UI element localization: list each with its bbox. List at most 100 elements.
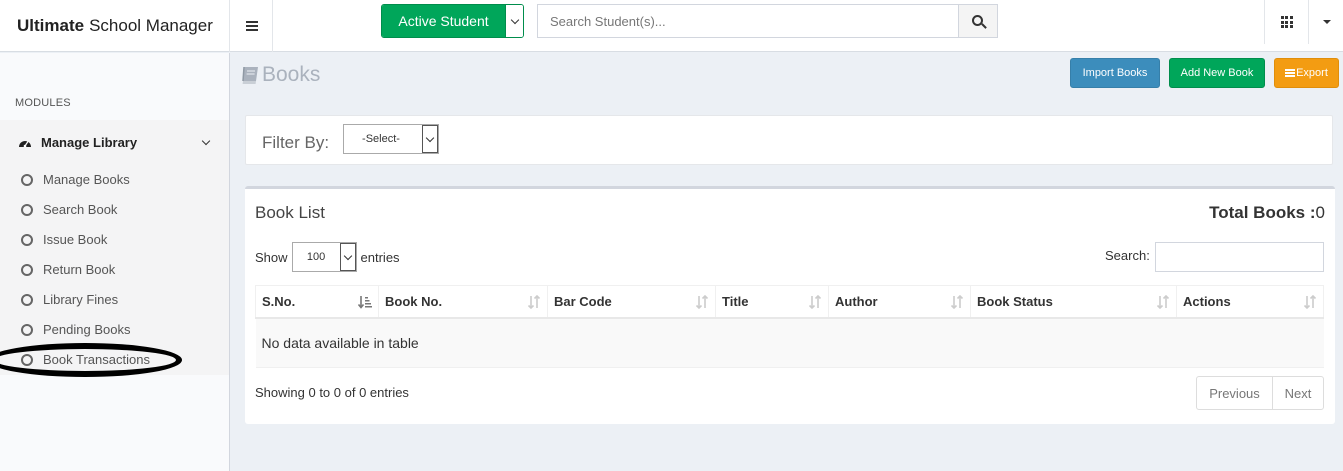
sidebar-item-label: Manage Books [43,172,130,187]
circle-icon [21,294,33,306]
column-header-label: Title [722,293,749,309]
circle-icon [21,204,33,216]
column-header-bar-code[interactable]: Bar Code [547,285,716,319]
filter-label: Filter By: [262,133,330,152]
top-navbar: Ultimate School Manager Active Student [0,0,1343,52]
column-header-author[interactable]: Author [828,285,971,319]
filter-panel: Filter By: -Select- [245,115,1333,165]
sidebar-item-label: Search Book [43,202,118,217]
student-status-dropdown[interactable]: Active Student [381,4,524,38]
next-page-button[interactable]: Next [1273,377,1323,409]
table-header-row: S.No. Book No. Bar Code Title Author Boo… [255,285,1324,319]
sort-icon [695,295,709,309]
brand-logo[interactable]: Ultimate School Manager [0,0,230,52]
circle-icon [21,354,33,366]
column-header-label: S.No. [262,293,296,309]
brand-bold: Ultimate [17,16,85,35]
add-new-book-button[interactable]: Add New Book [1169,58,1265,88]
dashboard-icon [19,141,31,148]
sidebar-item-search-book[interactable]: Search Book [0,195,229,225]
sidebar-group-toggle[interactable]: Manage Library [0,120,229,165]
page-length-select[interactable]: 100 [291,242,357,272]
circle-icon [21,174,33,186]
filter-select[interactable]: -Select- [343,124,439,154]
user-menu-toggle[interactable] [1310,0,1343,44]
sidebar: MODULES Manage Library Manage Books Sear… [0,53,230,471]
import-books-button[interactable]: Import Books [1070,58,1160,88]
table-search-input[interactable] [1155,242,1324,272]
total-books-value: 0 [1315,203,1325,222]
chevron-down-icon [422,125,438,153]
sidebar-item-pending-books[interactable]: Pending Books [0,315,229,345]
page-length-value: 100 [306,251,326,263]
caret-down-icon [1322,20,1331,24]
grid-icon [1280,16,1293,28]
sidebar-item-label: Pending Books [43,322,131,337]
circle-icon [21,324,33,336]
sidebar-item-label: Library Fines [43,292,119,307]
circle-icon [21,234,33,246]
student-status-label: Active Student [382,5,505,37]
sidebar-item-label: Return Book [43,262,116,277]
previous-page-button[interactable]: Previous [1197,377,1273,409]
column-header-label: Book Status [977,293,1053,309]
brand-rest: School Manager [89,16,213,35]
column-header-book-no[interactable]: Book No. [378,285,548,319]
sidebar-item-label: Issue Book [43,232,108,247]
column-header-label: Actions [1183,293,1231,309]
sort-icon [808,295,822,309]
table-search-label: Search: [1105,248,1150,263]
chevron-down-icon [339,243,356,271]
export-button[interactable]: Export [1274,58,1339,88]
sidebar-item-return-book[interactable]: Return Book [0,255,229,285]
books-table: S.No. Book No. Bar Code Title Author Boo… [255,285,1324,368]
search-button[interactable] [958,5,997,37]
column-header-label: Bar Code [554,293,612,309]
table-row-empty: No data available in table [255,317,1324,368]
sidebar-item-library-fines[interactable]: Library Fines [0,285,229,315]
sort-asc-icon [358,296,372,309]
sort-icon [527,295,541,309]
sidebar-group-manage-library: Manage Library Manage Books Search Book … [0,120,229,375]
student-search [537,4,998,38]
sort-icon [950,295,964,309]
sidebar-item-manage-books[interactable]: Manage Books [0,165,229,195]
page-length-control: Show 100 entries [255,242,400,272]
sidebar-item-label: Book Transactions [43,352,150,367]
sidebar-item-book-transactions[interactable]: Book Transactions [0,345,229,375]
column-header-book-status[interactable]: Book Status [970,285,1177,319]
sort-icon [1156,295,1170,309]
chevron-down-icon [201,136,211,146]
show-label: Show [255,249,288,265]
sidebar-group-title: Manage Library [41,135,138,150]
book-list-title: Book List [255,203,325,222]
page-title: Books [262,63,321,86]
chevron-down-icon[interactable] [505,5,523,37]
hamburger-icon [245,25,258,27]
entries-label: entries [360,249,400,265]
column-header-actions[interactable]: Actions [1176,285,1324,319]
sidebar-section-label: MODULES [15,97,71,109]
apps-grid-button[interactable] [1264,0,1309,44]
sidebar-toggle-button[interactable] [231,0,273,52]
book-list-panel: Book List Total Books :0 Show 100 entrie… [245,186,1335,424]
pagination: Previous Next [1196,376,1324,410]
sidebar-item-issue-book[interactable]: Issue Book [0,225,229,255]
column-header-title[interactable]: Title [715,285,829,319]
total-books-label: Total Books : [1209,203,1316,222]
table-info: Showing 0 to 0 of 0 entries [255,385,409,400]
empty-table-message: No data available in table [255,317,1324,368]
search-icon [971,14,983,26]
column-header-label: Book No. [385,293,443,309]
circle-icon [21,264,33,276]
export-label: Export [1296,67,1328,79]
total-books: Total Books :0 [1209,203,1325,223]
page-header: Books [240,63,320,87]
sort-icon [1303,295,1317,309]
column-header-sno[interactable]: S.No. [255,285,379,319]
student-search-input[interactable] [538,5,958,37]
filter-select-value: -Select- [362,133,400,145]
bars-icon [1285,72,1296,74]
book-icon [242,66,258,84]
column-header-label: Author [835,293,878,309]
